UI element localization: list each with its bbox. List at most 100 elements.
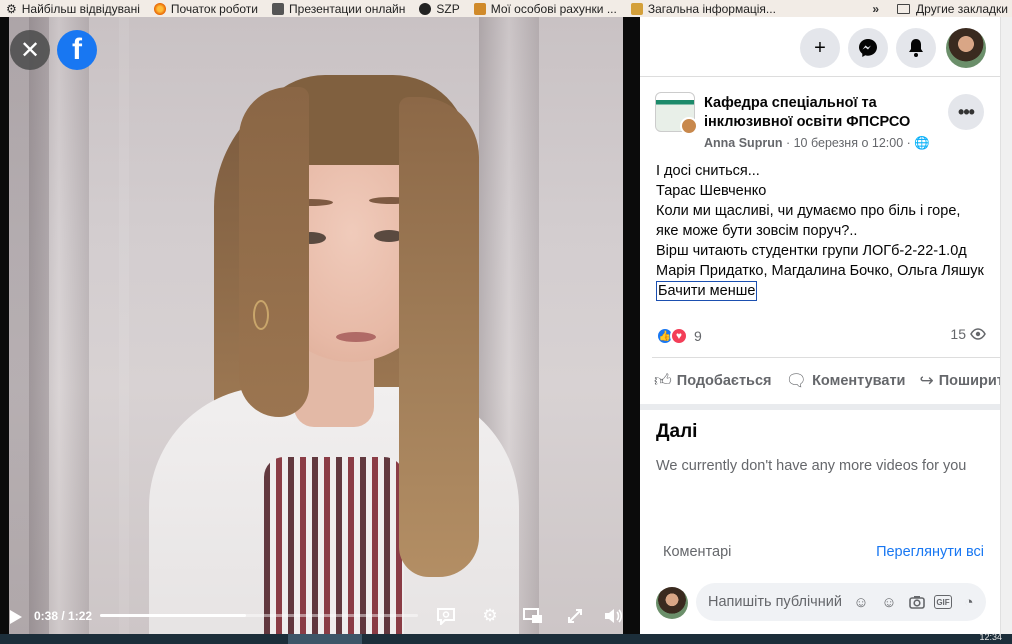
firefox-icon xyxy=(153,2,166,15)
post-panel: + Кафедра спеціальної та інклюзивної осв… xyxy=(640,17,1000,634)
camera-icon[interactable] xyxy=(906,591,928,613)
volume-icon[interactable] xyxy=(602,605,624,627)
plus-icon: + xyxy=(814,36,826,59)
bookmark-presentations[interactable]: Презентации онлайн xyxy=(266,0,413,17)
like-button[interactable]: 👍︎ Подобається xyxy=(652,370,773,391)
view-count: 15 xyxy=(950,326,986,342)
bookmarks-bar: ⚙ Найбільш відвідувані Початок роботи Пр… xyxy=(0,0,1012,17)
section-divider xyxy=(640,404,1000,410)
time-display: 0:38 / 1:22 xyxy=(34,609,93,623)
taskbar-active-app[interactable] xyxy=(288,634,362,644)
bookmark-getting-started[interactable]: Початок роботи xyxy=(148,0,266,17)
bookmark-label: Початок роботи xyxy=(170,1,259,16)
more-dots-icon: ••• xyxy=(958,101,975,122)
sticker-icon[interactable]: ◔ xyxy=(958,591,980,613)
captions-icon[interactable] xyxy=(435,605,457,627)
bookmark-label: SZP xyxy=(436,1,460,16)
comment-input-wrap: ☺ ☺ GIF ◔ xyxy=(696,583,986,621)
like-label: Подобається xyxy=(676,372,772,389)
view-all-comments-link[interactable]: Переглянути всі xyxy=(876,544,984,560)
taskbar-clock: 12:34 xyxy=(979,632,1002,642)
comments-label: Коментарі xyxy=(663,544,732,560)
eye-icon xyxy=(970,328,986,340)
post-line: Вірш читають студентки групи ЛОГб-2-22-1… xyxy=(656,243,984,279)
post-line: І досі сниться... xyxy=(656,163,760,179)
comment-button[interactable]: 🗨︎ Коментувати xyxy=(783,371,907,391)
progress-bar[interactable] xyxy=(100,614,418,617)
folder-icon xyxy=(897,3,911,14)
bookmark-label: Найбільш відвідувані xyxy=(21,1,140,16)
bell-icon xyxy=(909,39,923,57)
bookmark-icon xyxy=(473,2,486,15)
comment-bubble-icon: 🗨︎ xyxy=(785,370,808,390)
meta-separator: · xyxy=(785,136,794,150)
view-count-value: 15 xyxy=(950,326,966,342)
gif-icon[interactable]: GIF xyxy=(934,595,952,609)
notifications-button[interactable] xyxy=(896,28,936,68)
bookmark-accounts[interactable]: Мої особові рахунки ... xyxy=(468,0,625,17)
play-icon[interactable] xyxy=(10,610,22,624)
picture-in-picture-icon[interactable] xyxy=(522,605,544,627)
love-reaction-icon[interactable]: ♥ xyxy=(670,327,688,345)
video-player[interactable] xyxy=(9,17,623,634)
globe-icon: 🌐 xyxy=(914,136,930,150)
no-more-videos-message: We currently don't have any more videos … xyxy=(656,458,967,474)
hair-shape xyxy=(239,87,309,417)
reaction-count[interactable]: 9 xyxy=(694,328,702,344)
page-scrollbar[interactable] xyxy=(1000,17,1012,634)
author-name[interactable]: Anna Suprun xyxy=(704,136,782,150)
bookmark-label: Мої особові рахунки ... xyxy=(490,1,617,16)
thumbs-up-icon: 👍︎ xyxy=(654,371,672,390)
ppt-icon xyxy=(272,2,285,15)
avatar-sticker-icon[interactable]: ☺ xyxy=(850,591,872,613)
arch-icon xyxy=(419,2,432,15)
post-line: Тарас Шевченко xyxy=(656,183,767,199)
close-icon: ✕ xyxy=(19,36,41,64)
mouth-shape xyxy=(336,332,376,342)
bookmark-szp[interactable]: SZP xyxy=(413,0,467,17)
progress-fill xyxy=(100,614,247,617)
hair-shape xyxy=(399,97,479,577)
facebook-logo-icon[interactable]: f xyxy=(57,30,97,70)
page-avatar[interactable] xyxy=(655,92,698,135)
settings-gear-icon[interactable]: ⚙ xyxy=(479,605,501,627)
folder-icon xyxy=(630,2,643,15)
overflow-chevron-icon[interactable]: » xyxy=(872,2,891,16)
create-button[interactable]: + xyxy=(800,28,840,68)
earring-shape xyxy=(253,300,269,330)
curtain-fold xyxy=(29,17,89,634)
bookmark-label: Загальна інформація... xyxy=(647,1,776,16)
emoji-icon[interactable]: ☺ xyxy=(878,591,900,613)
bookmarks-right: » Другие закладки xyxy=(866,0,1008,17)
fullscreen-icon[interactable] xyxy=(564,605,586,627)
video-controls: 0:38 / 1:22 ⚙ xyxy=(0,600,640,634)
comment-input[interactable] xyxy=(708,594,844,610)
user-avatar[interactable] xyxy=(656,587,688,619)
reactions-bar: 👍 ♥ 9 15 xyxy=(656,325,986,347)
share-label: Поширити xyxy=(938,372,1000,389)
account-avatar[interactable] xyxy=(946,28,986,68)
bookmark-most-visited[interactable]: ⚙ Найбільш відвідувані xyxy=(0,0,148,17)
messenger-button[interactable] xyxy=(848,28,888,68)
page-name[interactable]: Кафедра спеціальної та інклюзивної освіт… xyxy=(704,94,924,132)
next-section-title: Далі xyxy=(656,421,698,442)
video-stage: ✕ f 0:38 / 1:22 ⚙ xyxy=(0,17,640,634)
see-less-link[interactable]: Бачити менше xyxy=(656,281,758,301)
bookmark-label: Презентации онлайн xyxy=(289,1,406,16)
os-taskbar: 12:34 xyxy=(0,632,1012,644)
messenger-icon xyxy=(859,39,877,57)
close-button[interactable]: ✕ xyxy=(10,30,50,70)
more-options-button[interactable]: ••• xyxy=(948,94,984,130)
post-meta: Anna Suprun · 10 березня о 12:00 · 🌐 xyxy=(704,136,930,151)
post-actions: 👍︎ Подобається 🗨︎ Коментувати ↪ Поширити xyxy=(652,357,1000,403)
comments-header: Коментарі Переглянути всі xyxy=(663,544,984,560)
post-line: Коли ми щасливі, чи думаємо про біль і г… xyxy=(656,203,961,239)
comment-composer: ☺ ☺ GIF ◔ xyxy=(656,583,986,623)
top-bar: + xyxy=(640,17,1000,77)
share-button[interactable]: ↪ Поширити xyxy=(917,371,1000,391)
post-date[interactable]: 10 березня о 12:00 xyxy=(794,136,904,150)
bookmark-general-info[interactable]: Загальна інформація... xyxy=(625,0,784,17)
other-bookmarks[interactable]: Другие закладки xyxy=(916,2,1008,16)
share-arrow-icon: ↪ xyxy=(919,370,934,390)
post-text: І досі сниться... Тарас Шевченко Коли ми… xyxy=(656,161,986,301)
